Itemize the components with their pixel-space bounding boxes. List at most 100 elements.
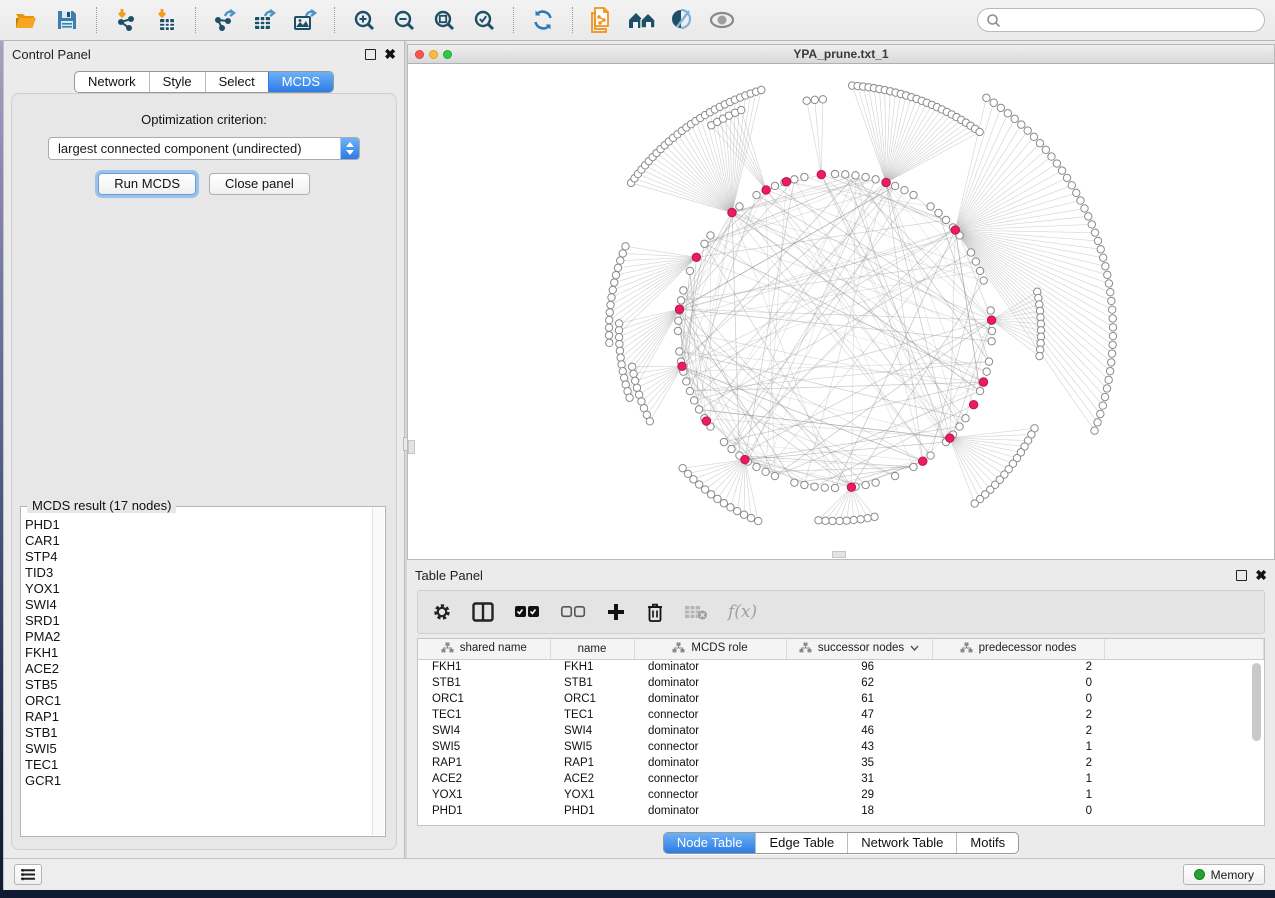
table-cell-successor-nodes[interactable]: 43 <box>786 739 932 755</box>
table-cell-successor-nodes[interactable]: 62 <box>786 675 932 691</box>
result-scrollbar[interactable] <box>372 508 384 835</box>
network-canvas[interactable] <box>408 65 1274 559</box>
table-cell-mcds-role[interactable]: dominator <box>634 675 786 691</box>
mcds-result-item[interactable]: TEC1 <box>25 757 371 773</box>
table-cell-successor-nodes[interactable]: 18 <box>786 803 932 819</box>
mcds-result-item[interactable]: PMA2 <box>25 629 371 645</box>
table-cell-mcds-role[interactable]: dominator <box>634 723 786 739</box>
vertical-scroll-handle[interactable] <box>408 440 415 454</box>
table-cell-predecessor-nodes[interactable]: 2 <box>932 707 1104 723</box>
table-row[interactable]: FKH1FKH1dominator962 <box>418 659 1264 675</box>
close-panel-icon[interactable]: ✖ <box>384 49 396 60</box>
mcds-result-item[interactable]: FKH1 <box>25 645 371 661</box>
table-cell-name[interactable]: SWI4 <box>550 723 634 739</box>
save-session-button[interactable] <box>50 4 84 36</box>
column-header-name[interactable]: name <box>550 639 634 659</box>
zoom-selected-button[interactable] <box>467 4 501 36</box>
mcds-result-item[interactable]: CAR1 <box>25 533 371 549</box>
table-scrollbar[interactable] <box>1251 663 1262 819</box>
zoom-out-button[interactable] <box>387 4 421 36</box>
tab-network[interactable]: Network <box>75 72 149 92</box>
vizmapper-button[interactable] <box>665 4 699 36</box>
mcds-result-item[interactable]: RAP1 <box>25 709 371 725</box>
import-network-button[interactable] <box>109 4 143 36</box>
table-row[interactable]: TEC1TEC1connector472 <box>418 707 1264 723</box>
table-row[interactable]: PHD1PHD1dominator180 <box>418 803 1264 819</box>
table-cell-name[interactable]: SWI5 <box>550 739 634 755</box>
mcds-result-item[interactable]: PHD1 <box>25 517 371 533</box>
column-header-successor-nodes[interactable]: successor nodes <box>786 639 932 659</box>
table-cell-shared-name[interactable]: STB1 <box>418 675 550 691</box>
tab-mcds[interactable]: MCDS <box>268 72 333 92</box>
table-cell-shared-name[interactable]: YOX1 <box>418 787 550 803</box>
mcds-result-item[interactable]: ACE2 <box>25 661 371 677</box>
import-table-button[interactable] <box>149 4 183 36</box>
table-row[interactable]: ORC1ORC1dominator610 <box>418 691 1264 707</box>
close-panel-button[interactable]: Close panel <box>209 173 310 195</box>
table-cell-shared-name[interactable]: RAP1 <box>418 755 550 771</box>
table-row[interactable]: YOX1YOX1connector291 <box>418 787 1264 803</box>
table-cell-name[interactable]: TEC1 <box>550 707 634 723</box>
open-session-button[interactable] <box>10 4 44 36</box>
table-cell-predecessor-nodes[interactable]: 2 <box>932 659 1104 675</box>
table-row[interactable]: SWI4SWI4dominator462 <box>418 723 1264 739</box>
table-cell-successor-nodes[interactable]: 46 <box>786 723 932 739</box>
network-window-titlebar[interactable]: YPA_prune.txt_1 <box>408 45 1274 64</box>
table-cell-shared-name[interactable]: ORC1 <box>418 691 550 707</box>
memory-button[interactable]: Memory <box>1183 864 1265 885</box>
show-columns-button[interactable] <box>472 602 494 622</box>
float-panel-icon[interactable] <box>365 49 376 60</box>
mcds-result-list[interactable]: PHD1CAR1STP4TID3YOX1SWI4SRD1PMA2FKH1ACE2… <box>25 517 371 834</box>
tab-select[interactable]: Select <box>205 72 268 92</box>
table-cell-mcds-role[interactable]: dominator <box>634 755 786 771</box>
table-cell-shared-name[interactable]: TEC1 <box>418 707 550 723</box>
table-cell-predecessor-nodes[interactable]: 1 <box>932 739 1104 755</box>
tab-edge-table[interactable]: Edge Table <box>755 833 847 853</box>
tab-node-table[interactable]: Node Table <box>664 833 756 853</box>
table-settings-button[interactable] <box>432 602 452 622</box>
zoom-in-button[interactable] <box>347 4 381 36</box>
show-all-button[interactable] <box>625 4 659 36</box>
search-input[interactable] <box>1001 13 1256 27</box>
table-cell-successor-nodes[interactable]: 31 <box>786 771 932 787</box>
table-cell-successor-nodes[interactable]: 61 <box>786 691 932 707</box>
table-cell-shared-name[interactable]: SWI5 <box>418 739 550 755</box>
run-mcds-button[interactable]: Run MCDS <box>98 173 196 195</box>
table-cell-mcds-role[interactable]: dominator <box>634 659 786 675</box>
export-table-button[interactable] <box>248 4 282 36</box>
hide-selected-button[interactable] <box>705 4 739 36</box>
table-scrollbar-thumb[interactable] <box>1252 663 1261 741</box>
table-cell-predecessor-nodes[interactable]: 0 <box>932 691 1104 707</box>
table-cell-shared-name[interactable]: FKH1 <box>418 659 550 675</box>
table-cell-predecessor-nodes[interactable]: 0 <box>932 803 1104 819</box>
column-header-predecessor-nodes[interactable]: predecessor nodes <box>932 639 1104 659</box>
table-cell-name[interactable]: ORC1 <box>550 691 634 707</box>
criterion-dropdown[interactable]: largest connected component (undirected) <box>48 137 360 160</box>
tab-style[interactable]: Style <box>149 72 205 92</box>
table-cell-successor-nodes[interactable]: 35 <box>786 755 932 771</box>
network-from-selection-button[interactable] <box>585 4 619 36</box>
select-all-button[interactable] <box>514 605 540 619</box>
apply-layout-button[interactable] <box>526 4 560 36</box>
table-cell-predecessor-nodes[interactable]: 2 <box>932 723 1104 739</box>
table-cell-successor-nodes[interactable]: 96 <box>786 659 932 675</box>
mcds-result-item[interactable]: STB1 <box>25 725 371 741</box>
float-table-panel-icon[interactable] <box>1236 570 1247 581</box>
table-row[interactable]: ACE2ACE2connector311 <box>418 771 1264 787</box>
mcds-result-item[interactable]: TID3 <box>25 565 371 581</box>
table-cell-successor-nodes[interactable]: 47 <box>786 707 932 723</box>
table-cell-predecessor-nodes[interactable]: 0 <box>932 675 1104 691</box>
table-cell-name[interactable]: RAP1 <box>550 755 634 771</box>
network-graph[interactable] <box>408 65 1275 560</box>
horizontal-scroll-handle[interactable] <box>832 551 846 558</box>
mcds-result-item[interactable]: GCR1 <box>25 773 371 789</box>
add-column-button[interactable] <box>606 602 626 622</box>
export-image-button[interactable] <box>288 4 322 36</box>
table-cell-shared-name[interactable]: PHD1 <box>418 803 550 819</box>
table-cell-name[interactable]: FKH1 <box>550 659 634 675</box>
table-cell-mcds-role[interactable]: connector <box>634 739 786 755</box>
table-cell-predecessor-nodes[interactable]: 1 <box>932 771 1104 787</box>
table-row[interactable]: STB1STB1dominator620 <box>418 675 1264 691</box>
mcds-result-item[interactable]: SWI4 <box>25 597 371 613</box>
mcds-result-item[interactable]: ORC1 <box>25 693 371 709</box>
